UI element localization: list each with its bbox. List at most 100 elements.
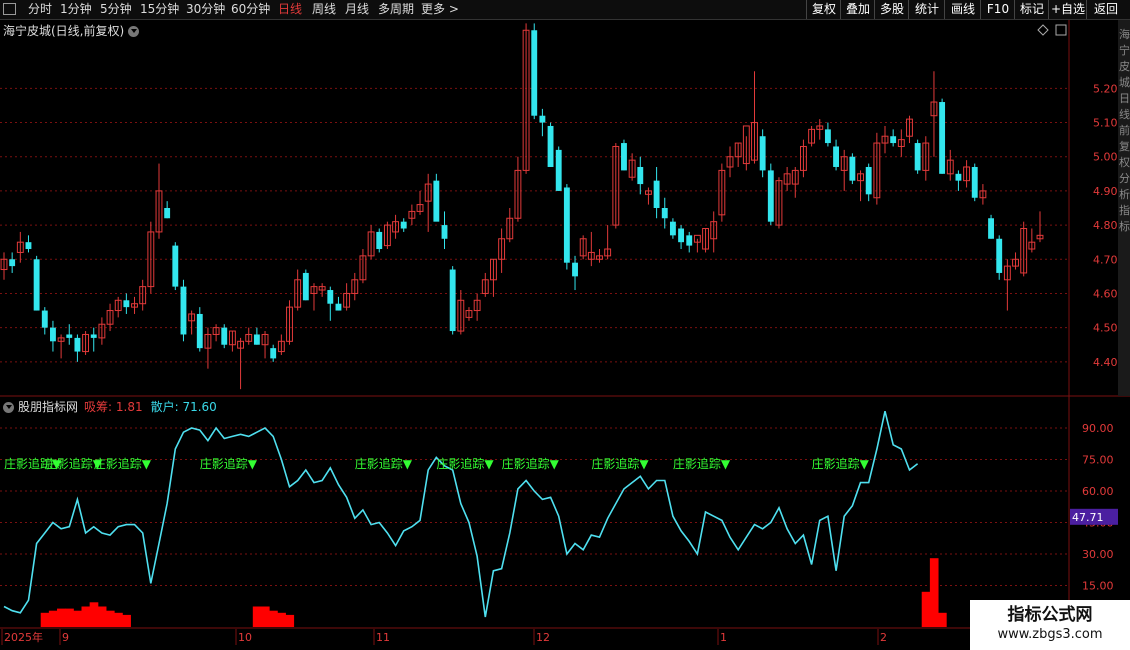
date-label: 11 [376, 631, 390, 644]
candle-body [767, 170, 774, 222]
price-tick-label: 4.70 [1093, 253, 1118, 266]
candle-body [637, 166, 644, 185]
vertical-info-char: 线 [1119, 107, 1130, 121]
candle-body [661, 208, 668, 219]
candle-body [865, 166, 872, 195]
current-value-text: 47.71 [1072, 511, 1104, 524]
xichou-bar [89, 602, 99, 627]
candle-body [327, 290, 334, 304]
candle-body [335, 303, 342, 311]
candle-body [123, 300, 130, 308]
candle-body [25, 242, 32, 250]
candle-body [270, 348, 277, 359]
xichou-bar [285, 614, 295, 627]
xichou-bar [65, 608, 74, 627]
xichou-bar [114, 612, 123, 627]
signal-label: 庄影追踪▼ [436, 456, 494, 471]
candle-body [33, 259, 40, 311]
candle-body [547, 125, 554, 167]
kline-chart[interactable]: 庄影追踪▼ 庄影追踪▼ 庄影追踪▼ 庄影追踪▼ 庄影追踪▼ 庄影追踪▼ 庄影追踪▼ 庄影追踪▼… [0, 0, 1130, 650]
indicator-tick-label: 75.00 [1082, 454, 1114, 467]
candle-body [824, 129, 831, 144]
candle-body [90, 334, 97, 338]
signal-label: 庄影追踪▼ [812, 456, 870, 471]
indicator-tick-label: 30.00 [1082, 548, 1114, 561]
watermark: 指标公式网 www.zbgs3.com [970, 600, 1130, 650]
candle-body [678, 228, 685, 243]
date-label: 9 [62, 631, 69, 644]
candle-body [621, 143, 627, 171]
candle-body [196, 313, 203, 349]
vertical-info-char: 权 [1119, 156, 1130, 169]
candle-body [686, 235, 693, 246]
vertical-info-char: 皮 [1119, 60, 1130, 73]
price-tick-label: 5.00 [1093, 151, 1118, 164]
signal-label: 庄影追踪▼ [94, 456, 152, 471]
candle-body [890, 136, 897, 144]
xichou-bar [105, 610, 115, 627]
xichou-bar [40, 612, 50, 627]
candle-body [563, 187, 570, 263]
candle-body [74, 337, 81, 352]
candle-body [180, 286, 187, 335]
candle-body [759, 136, 766, 171]
xichou-bar [938, 612, 947, 627]
candle-body [441, 225, 448, 239]
signal-label: 庄影追踪▼ [355, 456, 413, 471]
candle-body [253, 334, 260, 345]
indicator-tick-label: 15.00 [1082, 580, 1114, 593]
candle-body [653, 180, 660, 208]
candle-body [172, 245, 179, 287]
indicator-tick-label: 60.00 [1082, 485, 1114, 498]
vertical-info-char: 标 [1119, 219, 1130, 233]
date-label: 2025年 [4, 630, 43, 644]
date-label: 10 [238, 631, 252, 644]
signal-label: 庄影追踪▼ [591, 456, 649, 471]
candle-body [988, 218, 994, 239]
date-label: 1 [720, 631, 727, 644]
candle-body [955, 173, 962, 181]
xichou-bar [48, 610, 58, 627]
candle-body [449, 269, 456, 332]
xichou-bar [929, 558, 939, 627]
date-label: 12 [536, 631, 550, 644]
diamond-icon[interactable] [1037, 24, 1049, 36]
signal-label: 庄影追踪▼ [200, 456, 258, 471]
sanhu-line [3, 411, 919, 618]
price-tick-label: 5.20 [1093, 82, 1118, 95]
candle-body [221, 327, 228, 345]
watermark-title: 指标公式网 [1007, 605, 1093, 625]
candle-body [914, 143, 921, 171]
candle-body [939, 102, 946, 174]
watermark-url: www.zbgs3.com [997, 627, 1103, 642]
xichou-bar [81, 606, 91, 627]
candle-body [833, 146, 839, 167]
candle-body [164, 208, 171, 219]
price-tick-label: 4.40 [1093, 356, 1118, 369]
candle-body [572, 262, 578, 277]
candle-body [971, 166, 978, 198]
price-tick-label: 4.50 [1093, 322, 1118, 335]
candle-body [539, 115, 546, 123]
xichou-bar [921, 591, 931, 627]
price-tick-label: 4.80 [1093, 219, 1118, 232]
candle-body [66, 334, 73, 338]
candle-body [996, 238, 1003, 273]
xichou-bar [252, 606, 262, 627]
xichou-bar [277, 612, 286, 627]
indicator-tick-label: 90.00 [1082, 422, 1114, 435]
candle-body [302, 272, 309, 301]
signal-label: 庄影追踪▼ [502, 456, 560, 471]
xichou-bar [97, 606, 107, 627]
xichou-bar [269, 610, 278, 627]
price-tick-label: 4.60 [1093, 287, 1118, 300]
vertical-info-char: 分 [1119, 172, 1130, 185]
expand-icon[interactable] [1055, 24, 1067, 36]
vertical-info-char: 海 [1119, 27, 1130, 41]
price-tick-label: 5.10 [1093, 117, 1118, 130]
vertical-info-char: 析 [1119, 187, 1130, 201]
price-tick-label: 4.90 [1093, 185, 1118, 198]
candle-body [433, 180, 440, 222]
vertical-info-char: 前 [1119, 123, 1130, 137]
xichou-bar [57, 608, 66, 627]
